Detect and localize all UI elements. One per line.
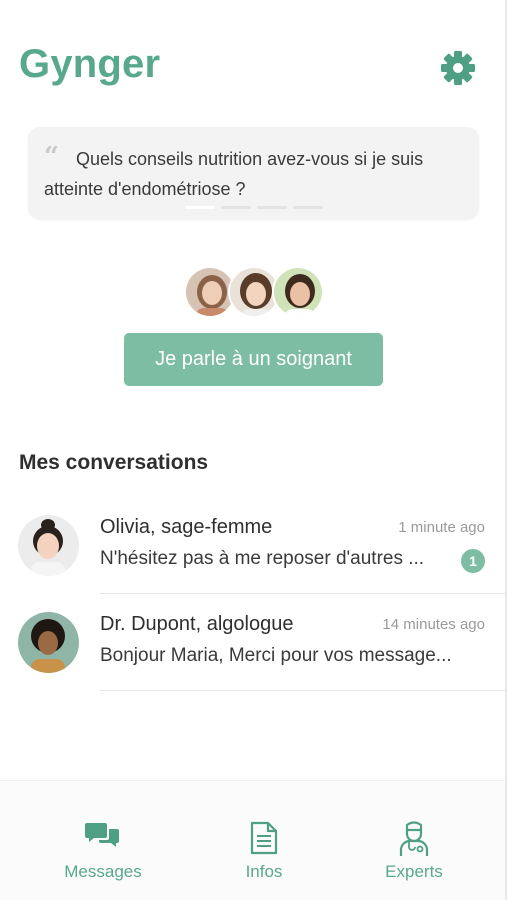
carousel-dot bbox=[184, 206, 215, 209]
tab-label: Messages bbox=[64, 862, 142, 881]
carousel-indicator bbox=[28, 206, 479, 209]
divider bbox=[100, 690, 505, 691]
avatar bbox=[18, 612, 79, 673]
tab-messages[interactable]: Messages bbox=[19, 781, 187, 900]
conversations-title: Mes conversations bbox=[19, 451, 209, 474]
talk-to-caregiver-button[interactable]: Je parle à un soignant bbox=[124, 333, 383, 386]
gear-icon bbox=[441, 51, 475, 85]
quote-text: Quels conseils nutrition avez-vous si je… bbox=[44, 149, 424, 199]
conversation-preview: N'hésitez pas à me reposer d'autres ... bbox=[100, 548, 425, 569]
app-title: Gynger bbox=[19, 42, 161, 86]
conversation-name: Olivia, sage-femme bbox=[100, 516, 273, 538]
doctor-icon bbox=[399, 821, 429, 856]
carousel-dot bbox=[220, 206, 251, 209]
conversation-time: 1 minute ago bbox=[398, 519, 485, 536]
tab-infos[interactable]: Infos bbox=[180, 781, 348, 900]
tab-label: Experts bbox=[385, 862, 443, 881]
unread-badge: 1 bbox=[461, 549, 485, 573]
bottom-tab-bar: Messages Infos Experts bbox=[0, 780, 505, 900]
caregiver-avatars bbox=[184, 266, 324, 318]
conversation-item[interactable]: Dr. Dupont, algologue 14 minutes ago Bon… bbox=[0, 594, 505, 691]
tab-experts[interactable]: Experts bbox=[330, 781, 498, 900]
avatar bbox=[272, 266, 324, 318]
settings-button[interactable] bbox=[438, 48, 478, 88]
conversation-name: Dr. Dupont, algologue bbox=[100, 613, 294, 635]
avatar bbox=[18, 515, 79, 576]
document-icon bbox=[250, 821, 278, 855]
chat-bubbles-icon bbox=[85, 823, 119, 847]
carousel-dot bbox=[256, 206, 287, 209]
quote-card[interactable]: “ Quels conseils nutrition avez-vous si … bbox=[28, 127, 479, 219]
carousel-dot bbox=[292, 206, 323, 209]
conversation-item[interactable]: Olivia, sage-femme 1 minute ago N'hésite… bbox=[0, 497, 505, 594]
tab-label: Infos bbox=[245, 862, 283, 881]
conversation-preview: Bonjour Maria, Merci pour vos message... bbox=[100, 645, 452, 666]
conversation-time: 14 minutes ago bbox=[382, 616, 485, 633]
